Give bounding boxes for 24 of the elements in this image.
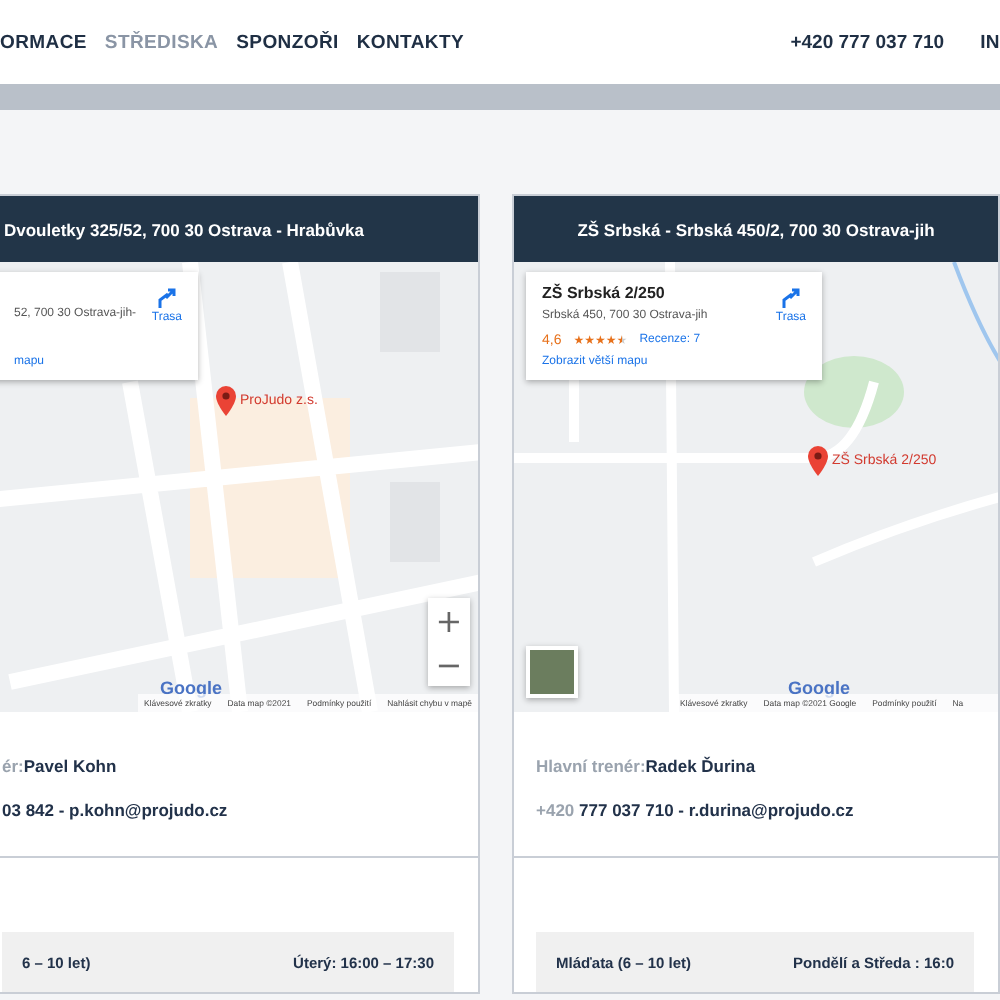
coach-label: ér: — [2, 756, 24, 776]
coach-name: Radek Ďurina — [645, 756, 756, 776]
zoom-in-button[interactable]: + — [428, 598, 470, 642]
phone-number: +420 777 037 710 — [790, 31, 945, 53]
map-logo: Google — [160, 678, 222, 698]
nav-link[interactable]: KONTAKTY — [356, 31, 465, 53]
zoom-out-button[interactable]: − — [428, 642, 470, 686]
nav-link[interactable]: IN — [980, 31, 1000, 53]
map-logo: Google — [788, 678, 850, 698]
coach-name: Pavel Kohn — [23, 756, 117, 776]
satellite-layer-button[interactable] — [526, 646, 578, 698]
phone-prefix: +420 — [536, 800, 577, 820]
coach-label: Hlavní trenér: — [536, 756, 646, 776]
nav-link[interactable]: ORMACE — [0, 31, 87, 53]
center-address-header: Dvouletky 325/52, 700 30 Ostrava - Hrabůvka — [0, 196, 478, 262]
coach-contact: 03 842 - p.kohn@projudo.cz — [2, 800, 228, 820]
nav-link[interactable]: SPONZOŘI — [236, 31, 339, 53]
directions-icon — [780, 288, 801, 308]
directions-icon — [156, 288, 177, 308]
map-pin-icon — [216, 386, 236, 416]
map-pin-icon — [808, 446, 828, 476]
place-title: ZŠ Srbská 2/250 — [542, 284, 667, 302]
center-address-header: ZŠ Srbská - Srbská 450/2, 700 30 Ostrava-jih — [514, 196, 998, 262]
coach-contact: 777 037 710 - r.durina@projudo.cz — [579, 800, 854, 820]
